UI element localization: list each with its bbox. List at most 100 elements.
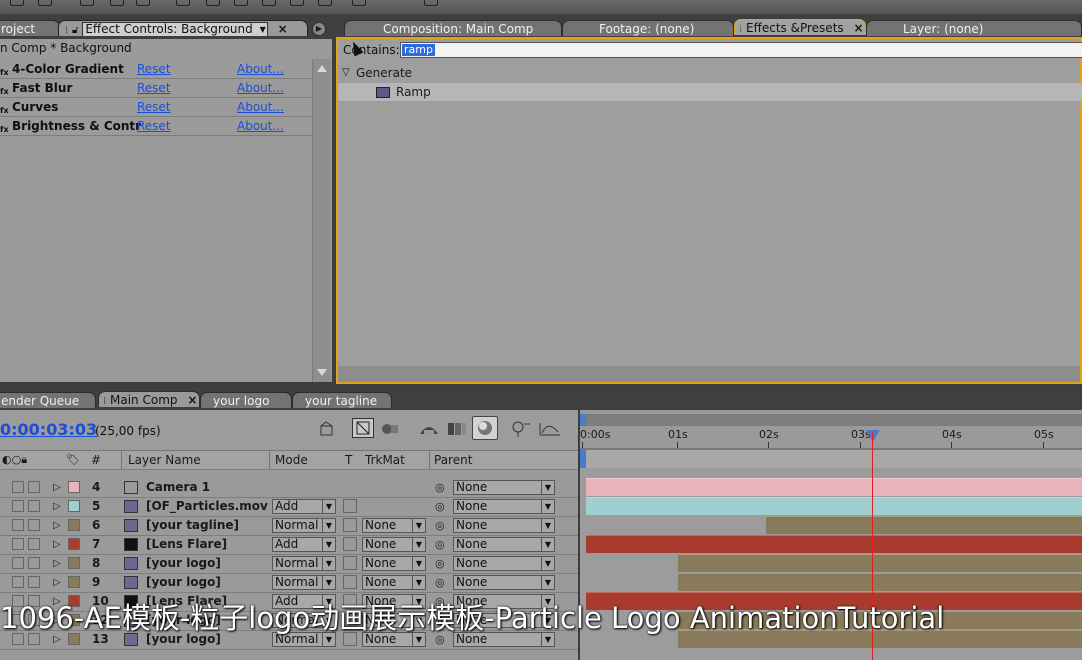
parent-dropdown[interactable]: None ▼: [453, 480, 555, 495]
table-row[interactable]: ▷ 9 [your logo] Normal ▼ None ▼ ◎ None ▼: [0, 573, 578, 593]
label-color-swatch[interactable]: [68, 519, 80, 531]
reset-link[interactable]: Reset: [137, 98, 171, 116]
puppet-tool-icon[interactable]: [318, 0, 332, 6]
eraser-tool-icon[interactable]: [290, 0, 304, 6]
current-time-display[interactable]: 0:00:03:03: [0, 420, 97, 439]
pick-whip-icon[interactable]: ◎: [435, 535, 445, 554]
effect-row[interactable]: fx Fast Blur Reset About...: [0, 79, 312, 98]
expand-triangle-icon[interactable]: ▷: [53, 497, 61, 516]
preserve-transparency-switch[interactable]: [343, 556, 357, 570]
comp-mini-flowchart-icon[interactable]: [318, 420, 336, 438]
label-color-swatch[interactable]: [68, 576, 80, 588]
panel-grip-icon[interactable]: ⁞: [739, 24, 742, 35]
scroll-down-icon[interactable]: [317, 369, 327, 376]
graph-editor-icon[interactable]: [510, 420, 532, 438]
text-tool-icon[interactable]: [206, 0, 220, 6]
layer-duration-bar[interactable]: [586, 497, 1082, 515]
solo-switch[interactable]: [28, 481, 40, 493]
trkmat-dropdown[interactable]: None ▼: [362, 537, 426, 552]
about-link[interactable]: About...: [237, 79, 284, 97]
layer-name[interactable]: [your tagline]: [146, 516, 239, 535]
zoom-tool-icon[interactable]: [38, 0, 52, 6]
effect-controls-layer-select[interactable]: Effect Controls: Background ▼: [82, 22, 268, 36]
about-link[interactable]: About...: [237, 117, 284, 135]
brush-tool-icon[interactable]: [234, 0, 248, 6]
tab-render-queue[interactable]: ender Queue: [0, 392, 96, 408]
solo-switch[interactable]: [28, 519, 40, 531]
mode-dropdown[interactable]: Normal ▼: [272, 518, 336, 533]
tab-main-comp[interactable]: ⁞ Main Comp ×: [98, 391, 200, 407]
close-icon[interactable]: ×: [278, 21, 288, 36]
mask-tool-icon[interactable]: [136, 0, 150, 6]
video-switch[interactable]: [12, 481, 24, 493]
label-color-swatch[interactable]: [68, 500, 80, 512]
scroll-up-icon[interactable]: [317, 65, 327, 72]
layer-duration-bar[interactable]: [586, 535, 1082, 553]
effect-controls-scrollbar[interactable]: [312, 59, 331, 382]
navigator-start-handle[interactable]: [580, 450, 586, 468]
layer-name[interactable]: [your logo]: [146, 554, 221, 573]
table-row[interactable]: ▷ 7 [Lens Flare] Add ▼ None ▼ ◎ None ▼: [0, 535, 578, 555]
solo-switch[interactable]: [28, 576, 40, 588]
expand-triangle-icon[interactable]: ▷: [53, 478, 61, 497]
effect-row[interactable]: fx Brightness & Contr Reset About...: [0, 117, 312, 136]
layer-duration-bar[interactable]: [586, 478, 1082, 496]
video-switch[interactable]: [12, 576, 24, 588]
orbit-tool-icon[interactable]: [80, 0, 94, 6]
solo-switch[interactable]: [28, 500, 40, 512]
expand-triangle-icon[interactable]: ▷: [53, 535, 61, 554]
trkmat-dropdown[interactable]: None ▼: [362, 575, 426, 590]
mode-dropdown[interactable]: Add ▼: [272, 537, 336, 552]
trkmat-dropdown[interactable]: None ▼: [362, 518, 426, 533]
panel-grip-icon[interactable]: ⁞: [65, 25, 68, 36]
video-switch[interactable]: [12, 538, 24, 550]
tab-layer[interactable]: Layer: (none): [866, 20, 1082, 36]
reset-link[interactable]: Reset: [137, 117, 171, 135]
pan-behind-tool-icon[interactable]: [110, 0, 124, 6]
layer-name[interactable]: [Lens Flare]: [146, 535, 227, 554]
layer-duration-bar[interactable]: [678, 573, 1082, 591]
label-color-swatch[interactable]: [68, 538, 80, 550]
panel-grip-icon[interactable]: ⁞: [103, 396, 106, 407]
reset-link[interactable]: Reset: [137, 60, 171, 78]
disclosure-triangle-down-icon[interactable]: ▽: [342, 64, 350, 82]
close-icon[interactable]: ×: [187, 392, 197, 407]
effect-row[interactable]: fx 4-Color Gradient Reset About...: [0, 60, 312, 79]
mode-dropdown[interactable]: Normal ▼: [272, 556, 336, 571]
tab-your-logo[interactable]: your logo: [200, 392, 292, 408]
motion-blur-icon[interactable]: [446, 420, 468, 438]
pick-whip-icon[interactable]: ◎: [435, 497, 445, 516]
parent-dropdown[interactable]: None ▼: [453, 499, 555, 514]
pick-whip-icon[interactable]: ◎: [435, 478, 445, 497]
table-row[interactable]: ▷ 6 [your tagline] Normal ▼ None ▼ ◎ None ▼: [0, 516, 578, 536]
solo-switch[interactable]: [28, 557, 40, 569]
preserve-transparency-switch[interactable]: [343, 575, 357, 589]
table-row[interactable]: ▷ 4 Camera 1 ◎ None ▼: [0, 478, 578, 498]
about-link[interactable]: About...: [237, 98, 284, 116]
reset-link[interactable]: Reset: [137, 79, 171, 97]
pick-whip-icon[interactable]: ◎: [435, 554, 445, 573]
current-time-indicator-icon[interactable]: [866, 430, 880, 442]
lock-icon[interactable]: 🔓︎: [72, 25, 78, 36]
fx-toggle-icon[interactable]: fx: [0, 121, 9, 139]
tab-footage[interactable]: Footage: (none): [562, 20, 734, 36]
draft-3d-icon[interactable]: [352, 418, 374, 438]
pick-whip-icon[interactable]: ◎: [435, 573, 445, 592]
tree-item-ramp[interactable]: Ramp: [338, 83, 1082, 101]
workspace-icon[interactable]: [424, 0, 438, 6]
comp-navigator-bar[interactable]: [580, 450, 1082, 468]
tab-effect-controls[interactable]: ⁞ 🔓︎ Effect Controls: Background ▼ ×: [58, 20, 308, 36]
layer-duration-bar[interactable]: [766, 516, 1082, 534]
table-row[interactable]: ▷ 5 [OF_Particles.mov Add ▼ ◎ None ▼: [0, 497, 578, 517]
parent-dropdown[interactable]: None ▼: [453, 518, 555, 533]
video-switch[interactable]: [12, 500, 24, 512]
trkmat-dropdown[interactable]: None ▼: [362, 556, 426, 571]
work-area-start-handle[interactable]: [580, 414, 586, 426]
about-link[interactable]: About...: [237, 60, 284, 78]
label-color-swatch[interactable]: [68, 481, 80, 493]
tab-project[interactable]: roject: [0, 20, 60, 36]
video-switch[interactable]: [12, 557, 24, 569]
tab-your-tagline[interactable]: your tagline: [292, 392, 392, 408]
tab-effects-presets[interactable]: ⁞ Effects &Presets ×: [734, 19, 866, 35]
tab-composition[interactable]: Composition: Main Comp: [344, 20, 562, 36]
